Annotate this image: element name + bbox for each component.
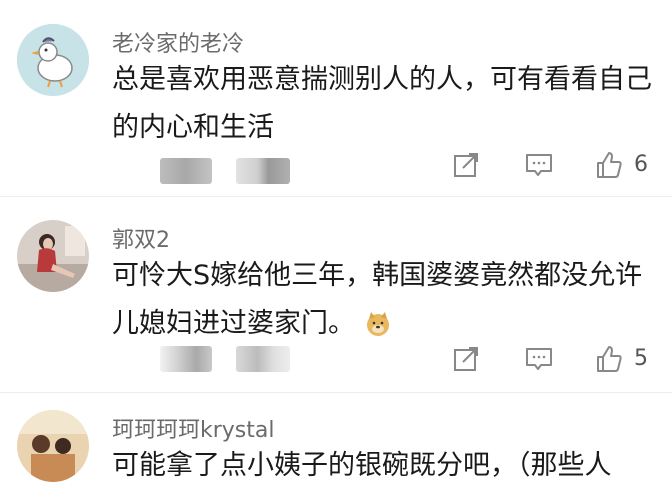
blurred-meta [160,158,212,184]
family-photo-avatar [17,410,89,482]
comment-item: 老冷家的老冷 总是喜欢用恶意揣测别人的人，可有看看自己的内心和生活 6 [0,0,672,192]
avatar[interactable] [17,220,89,292]
comment-username[interactable]: 郭双2 [112,222,170,254]
doge-emoji [364,306,392,336]
comment-text: 可怜大S嫁给他三年，韩国婆婆竟然都没允许儿媳妇进过婆家门。 [112,252,652,348]
comment-item: 郭双2 可怜大S嫁给他三年，韩国婆婆竟然都没允许儿媳妇进过婆家门。 5 [0,196,672,388]
thumbs-up-icon[interactable] [594,344,624,374]
thumbs-up-icon[interactable] [594,150,624,180]
reply-icon[interactable] [524,150,554,180]
avatar[interactable] [17,410,89,482]
like-count: 5 [634,346,648,371]
comment-item: 珂珂珂珂krystal 可能拿了点小姨子的银碗既分吧，（那些人 [0,392,672,482]
avatar[interactable] [17,24,89,96]
share-icon[interactable] [451,150,481,180]
duck-avatar-icon [17,24,89,96]
person-photo-avatar [17,220,89,292]
blurred-meta [236,346,290,372]
comment-username[interactable]: 珂珂珂珂krystal [112,412,275,444]
comment-username[interactable]: 老冷家的老冷 [112,26,244,58]
blurred-meta [236,158,290,184]
blurred-meta [160,346,212,372]
comment-text: 总是喜欢用恶意揣测别人的人，可有看看自己的内心和生活 [112,64,652,143]
comment-text: 可能拿了点小姨子的银碗既分吧，（那些人 [112,450,612,481]
reply-icon[interactable] [524,344,554,374]
share-icon[interactable] [451,344,481,374]
like-count: 6 [634,152,648,177]
